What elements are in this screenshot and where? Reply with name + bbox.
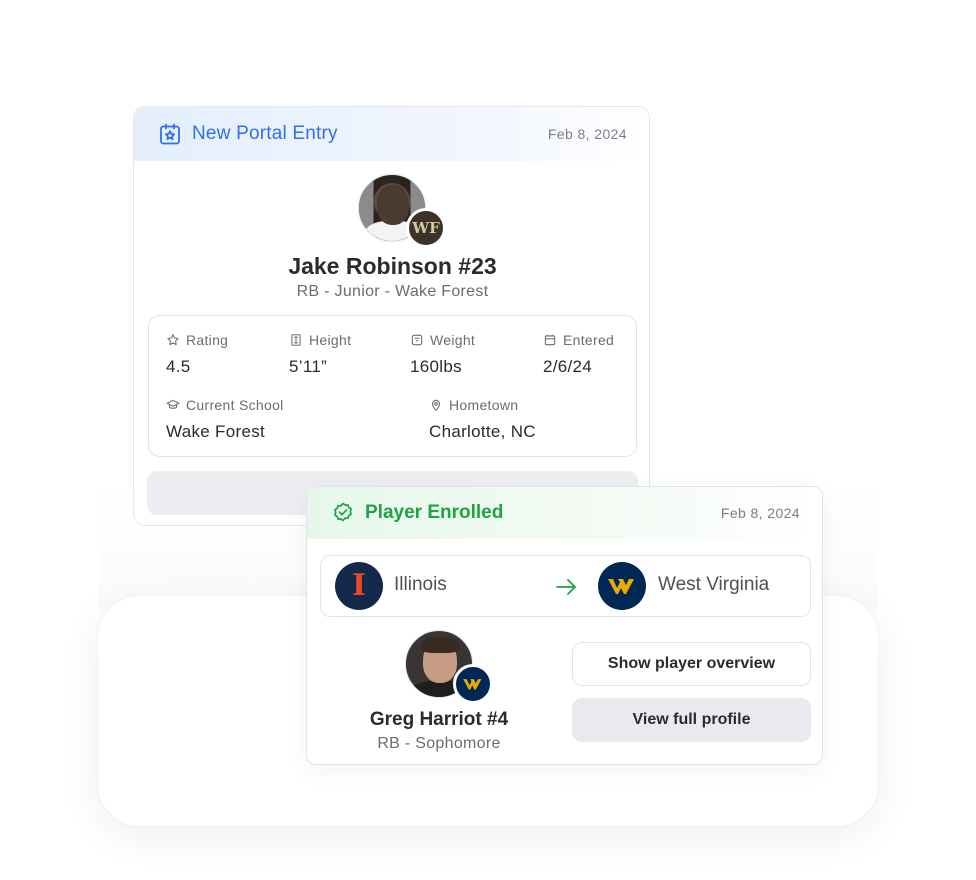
graduation-cap-icon <box>166 399 180 409</box>
arrow-right-icon <box>556 579 576 595</box>
stat-weight-label: Weight <box>430 332 476 348</box>
illinois-logo-icon: I <box>335 562 383 610</box>
show-player-overview-button[interactable]: Show player overview <box>572 642 811 686</box>
player-avatar-group[interactable]: WF <box>358 174 448 252</box>
stat-weight: Weight 160lbs <box>410 332 475 377</box>
verified-check-icon <box>334 502 352 522</box>
to-school-name: West Virginia <box>658 574 770 595</box>
player-subtitle: RB - Junior - Wake Forest <box>296 283 489 300</box>
player-name: Jake Robinson #23 <box>288 253 497 279</box>
stat-rating-value: 4.5 <box>166 357 191 376</box>
from-school-name: Illinois <box>394 574 447 595</box>
school-badge-west-virginia <box>453 664 493 704</box>
stat-entered-value: 2/6/24 <box>543 357 593 376</box>
stat-rating: Rating 4.5 <box>166 332 228 377</box>
player-avatar-group[interactable] <box>405 630 495 708</box>
stat-hometown-label: Hometown <box>449 397 519 413</box>
player-enrolled-date: Feb 8, 2024 <box>720 505 800 521</box>
calendar-star-icon <box>160 123 180 145</box>
location-pin-icon <box>431 399 441 412</box>
player-subtitle: RB - Sophomore <box>377 735 501 752</box>
player-name: Greg Harriot #4 <box>369 709 509 730</box>
ruler-icon <box>291 334 301 346</box>
player-enrolled-card: Player Enrolled Feb 8, 2024 I Illinois W… <box>306 486 823 765</box>
portal-entry-date: Feb 8, 2024 <box>547 126 627 142</box>
portal-entry-header: New Portal Entry Feb 8, 2024 <box>134 107 649 161</box>
stat-hometown: Hometown Charlotte, NC <box>429 397 536 442</box>
portal-entry-title: New Portal Entry <box>192 123 338 144</box>
star-icon <box>167 334 179 346</box>
stat-current-school-label: Current School <box>186 397 284 413</box>
west-virginia-logo-icon <box>598 562 646 610</box>
stat-entered: Entered 2/6/24 <box>543 332 614 377</box>
stat-entered-label: Entered <box>563 332 615 348</box>
stat-current-school: Current School Wake Forest <box>166 397 284 442</box>
stat-rating-label: Rating <box>186 332 229 348</box>
scale-icon <box>411 334 423 346</box>
player-enrolled-title: Player Enrolled <box>365 502 504 523</box>
calendar-icon <box>544 334 556 346</box>
stat-current-school-value: Wake Forest <box>166 422 266 441</box>
player-enrolled-header: Player Enrolled Feb 8, 2024 <box>307 487 822 539</box>
stat-hometown-value: Charlotte, NC <box>429 422 536 441</box>
stat-height-label: Height <box>309 332 352 348</box>
transfer-path: I Illinois West Virginia <box>320 555 811 617</box>
portal-entry-card: New Portal Entry Feb 8, 2024 WF Jake Rob… <box>133 106 650 526</box>
school-badge-wake-forest: WF <box>406 208 446 248</box>
view-full-profile-button[interactable]: View full profile <box>572 698 811 742</box>
stat-weight-value: 160lbs <box>410 357 462 376</box>
stat-height-value: 5’11” <box>289 357 328 376</box>
stat-height: Height 5’11” <box>289 332 351 377</box>
player-stats-box: Rating 4.5 Height 5’11” Weight 160lbs En… <box>148 315 637 457</box>
